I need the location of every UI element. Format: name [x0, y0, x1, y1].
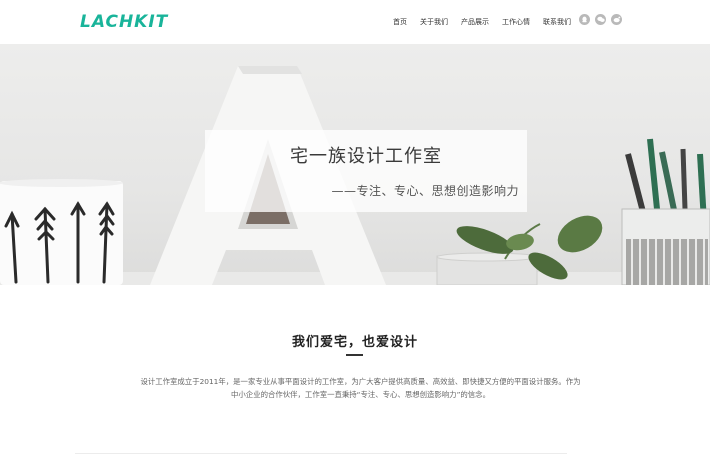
about-title: 我们爱宅，也爱设计 — [291, 335, 418, 350]
about-text: 设计工作室成立于2011年，是一家专业从事平面设计的工作室，为广大客户提供高质量… — [140, 377, 581, 399]
glass-jar — [436, 252, 538, 285]
hero-subtitle: ——专注、专心、思想创造影响力 — [331, 184, 519, 198]
arrow-cup-illustration — [0, 179, 123, 285]
weibo-icon[interactable] — [611, 14, 622, 25]
hero-caption: 宅一族设计工作室 ——专注、专心、思想创造影响力 — [205, 130, 527, 212]
nav-item-mood[interactable]: 工作心情 — [502, 17, 530, 27]
qq-icon[interactable] — [579, 14, 590, 25]
nav-item-home[interactable]: 首页 — [393, 17, 407, 27]
main-nav: 首页 关于我们 产品展示 工作心情 联系我们 — [393, 17, 584, 27]
site-header: LACHKIT 首页 关于我们 产品展示 工作心情 联系我们 — [0, 0, 710, 44]
section-divider — [75, 453, 567, 454]
nav-item-about[interactable]: 关于我们 — [420, 17, 448, 27]
nav-item-contact[interactable]: 联系我们 — [543, 17, 571, 27]
hero-banner: 宅一族设计工作室 ——专注、专心、思想创造影响力 — [0, 44, 710, 285]
wechat-icon[interactable] — [595, 14, 606, 25]
hero-title: 宅一族设计工作室 — [290, 146, 442, 167]
logo[interactable]: LACHKIT — [80, 12, 168, 32]
title-divider — [346, 354, 363, 356]
nav-item-products[interactable]: 产品展示 — [461, 17, 489, 27]
pen-holder — [621, 138, 710, 285]
